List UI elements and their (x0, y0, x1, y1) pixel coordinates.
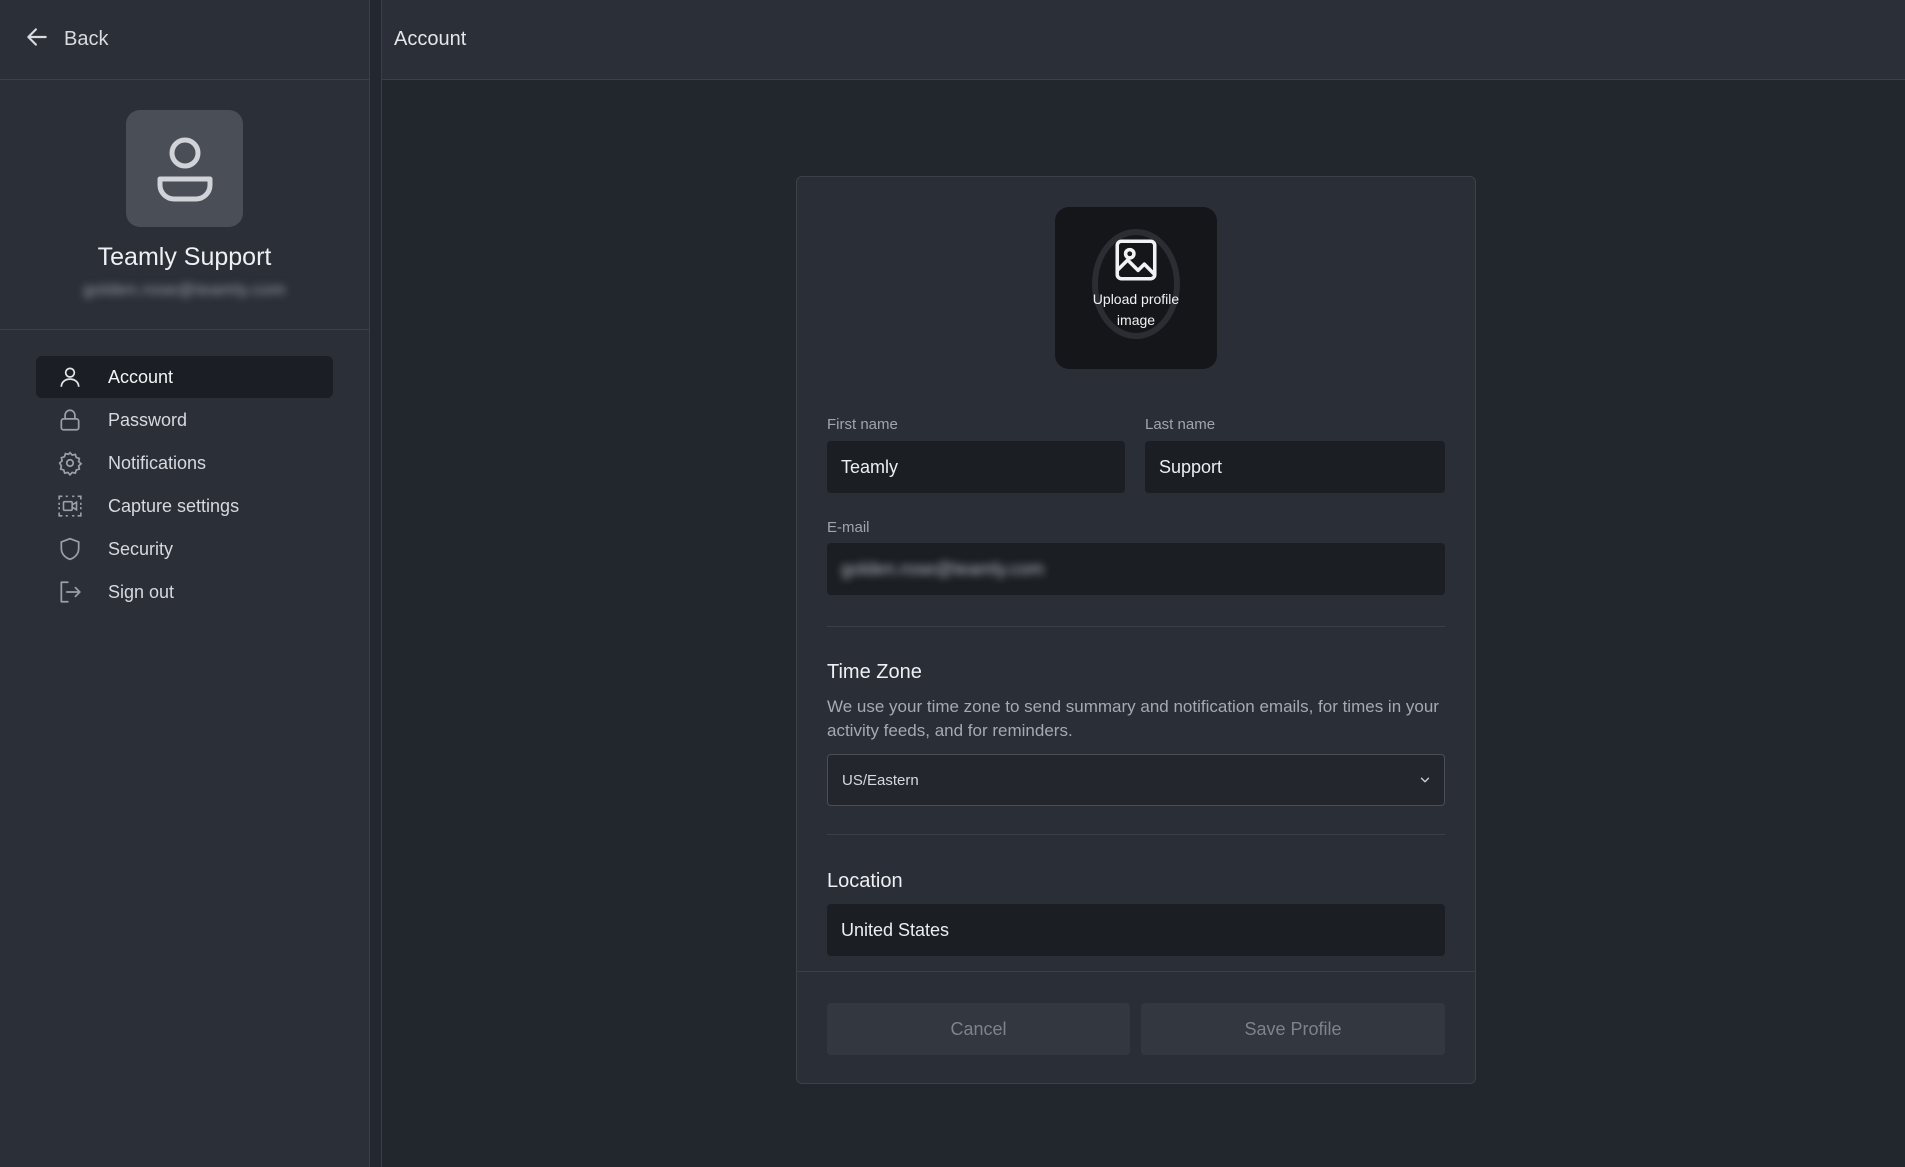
profile-summary: Teamly Support golden.rose@teamly.com (0, 80, 369, 330)
shield-icon (56, 535, 84, 563)
profile-form-card: Upload profile image First name Teamly L… (796, 176, 1476, 1084)
first-name-input[interactable]: Teamly (827, 441, 1125, 493)
timezone-title: Time Zone (827, 661, 922, 683)
email-label: E-mail (827, 519, 870, 536)
sidebar-item-label: Security (108, 538, 174, 559)
email-input[interactable]: golden.rose@teamly.com (827, 543, 1445, 595)
page-title: Account (394, 28, 467, 50)
sign-out-icon (56, 578, 84, 606)
lock-icon (56, 406, 84, 434)
section-divider (827, 834, 1445, 835)
user-icon (56, 363, 84, 391)
sidebar-item-security[interactable]: Security (36, 528, 333, 570)
location-title: Location (827, 870, 903, 892)
last-name-label: Last name (1145, 416, 1216, 433)
profile-email: golden.rose@teamly.com (83, 280, 286, 299)
sidebar-item-label: Notifications (108, 452, 207, 473)
sidebar-item-capture-settings[interactable]: Capture settings (36, 485, 333, 527)
sidebar-item-sign-out[interactable]: Sign out (36, 571, 333, 613)
timezone-description: We use your time zone to send summary an… (827, 697, 1439, 740)
sidebar-item-label: Sign out (108, 581, 175, 602)
gear-icon (56, 449, 84, 477)
back-button[interactable]: Back (0, 0, 369, 80)
user-avatar-icon (157, 137, 212, 201)
email-value: golden.rose@teamly.com (841, 558, 1045, 579)
upload-label: Upload profile image (1092, 291, 1180, 328)
sidebar-item-label: Capture settings (108, 495, 240, 516)
avatar (126, 110, 243, 227)
upload-profile-image-button[interactable]: Upload profile image (1055, 207, 1217, 369)
chevron-down-icon (1420, 777, 1430, 783)
section-divider (827, 626, 1445, 627)
top-bar: Account (382, 0, 1905, 80)
last-name-input[interactable]: Support (1145, 441, 1445, 493)
save-profile-button[interactable]: Save Profile (1141, 1003, 1445, 1055)
sidebar-item-label: Account (108, 366, 174, 387)
video-capture-icon (56, 492, 84, 520)
main-content: Account Upload profile image First name … (381, 0, 1905, 1167)
first-name-label: First name (827, 416, 898, 433)
footer-divider (797, 971, 1475, 972)
sidebar-item-password[interactable]: Password (36, 399, 333, 441)
sidebar: Back Teamly Support golden.rose@teamly.c… (0, 0, 370, 1167)
location-input[interactable]: United States (827, 904, 1445, 956)
image-icon (1115, 239, 1157, 281)
timezone-select[interactable]: US/Eastern (827, 754, 1445, 806)
sidebar-item-notifications[interactable]: Notifications (36, 442, 333, 484)
back-label: Back (64, 28, 109, 50)
settings-nav: Account Password Notifications Capture s… (0, 330, 369, 613)
sidebar-item-label: Password (108, 409, 188, 430)
sidebar-item-account[interactable]: Account (36, 356, 333, 398)
timezone-selected-value: US/Eastern (842, 771, 919, 789)
arrow-left-icon (24, 24, 50, 55)
cancel-button[interactable]: Cancel (827, 1003, 1130, 1055)
profile-name: Teamly Support (97, 243, 272, 271)
